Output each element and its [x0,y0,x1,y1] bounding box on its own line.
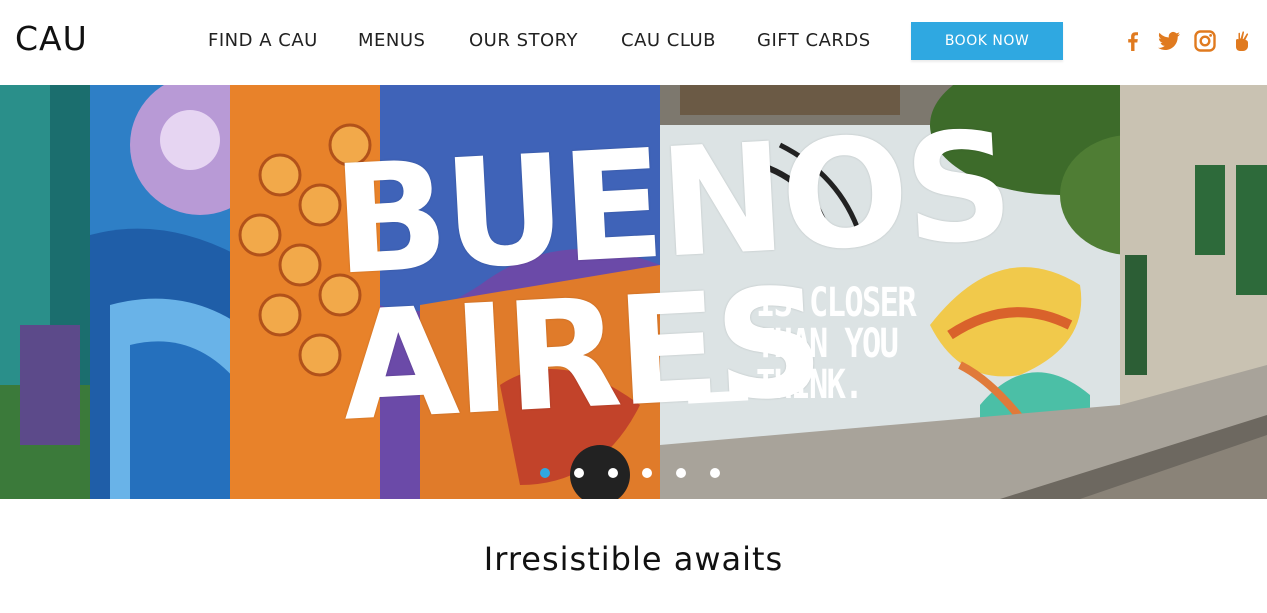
nav-find-a-cau[interactable]: FIND A CAU [208,28,318,54]
hand-icon[interactable] [1229,28,1255,54]
nav-gift-cards[interactable]: GIFT CARDS [757,28,871,54]
tagline-heading: Irresistible awaits [483,540,784,578]
hero-subheadline: IS CLOSER THAN YOU THINK. [756,280,917,408]
hero-banner: BUENOS AIRES IS CLOSER THAN YOU THINK. [0,85,1267,499]
carousel-dot-6[interactable] [710,468,720,478]
nav-our-story[interactable]: OUR STORY [469,28,578,54]
nav-menus[interactable]: MENUS [358,28,425,54]
site-header: CAU FIND A CAU MENUS OUR STORY CAU CLUB … [0,0,1267,85]
carousel-dot-5[interactable] [676,468,686,478]
instagram-icon[interactable] [1192,28,1218,54]
nav-cau-club[interactable]: CAU CLUB [621,28,716,54]
carousel-dot-1[interactable] [540,468,550,478]
logo[interactable]: CAU [15,19,88,59]
carousel-dot-2[interactable] [574,468,584,478]
carousel-dot-3[interactable] [608,468,618,478]
book-now-button[interactable]: BOOK NOW [911,22,1063,60]
facebook-icon[interactable] [1120,28,1146,54]
hero-subheadline-line-1: IS CLOSER [756,280,917,326]
carousel-dots [540,468,720,480]
twitter-icon[interactable] [1156,28,1182,54]
carousel-dot-4[interactable] [642,468,652,478]
hero-subheadline-line-2: THAN YOU [756,321,899,367]
hero-subheadline-line-3: THINK. [756,362,864,408]
hero-headline-line-2: AIRES [337,256,824,455]
